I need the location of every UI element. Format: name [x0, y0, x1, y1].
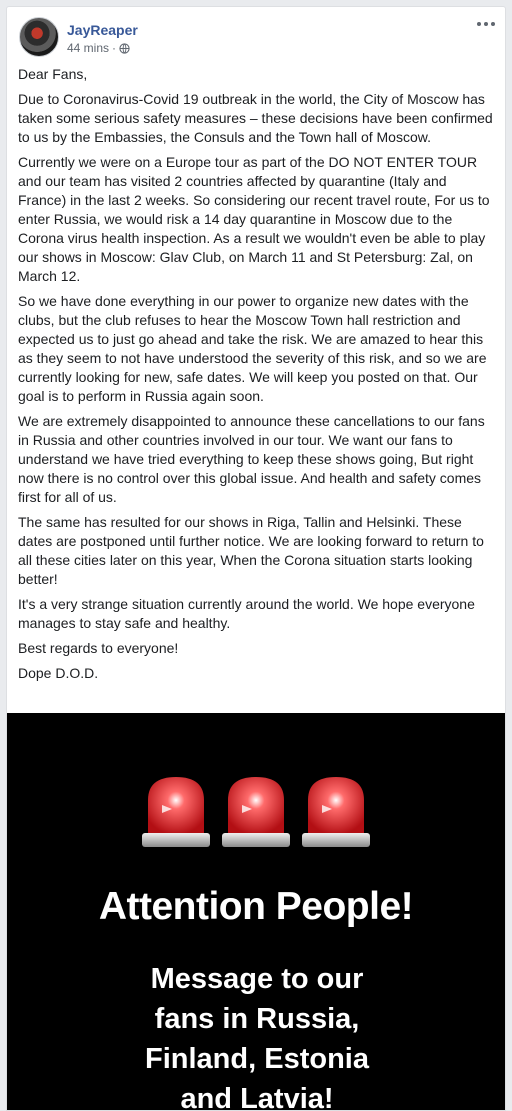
post-image[interactable]: Attention People! Message to our fans in… [7, 713, 505, 1111]
post-time[interactable]: 44 mins [67, 41, 109, 55]
post-message: Dear Fans, Due to Coronavirus-Covid 19 o… [7, 65, 505, 683]
post-meta: 44 mins · [67, 41, 130, 55]
subline-line: Finland, Estonia [145, 1043, 369, 1075]
subline-line: fans in Russia, [154, 1003, 360, 1035]
post-paragraph: It's a very strange situation currently … [18, 596, 475, 631]
post-paragraph: Dope D.O.D. [18, 665, 99, 681]
post-paragraph: The same has resulted for our shows in R… [18, 514, 484, 587]
image-headline: Attention People! [98, 885, 414, 928]
post-paragraph: Best regards to everyone! [18, 640, 179, 656]
siren-icon [302, 777, 370, 847]
post-paragraph: Dear Fans, [18, 66, 88, 82]
siren-icon [222, 777, 290, 847]
image-subline: Message to our fans in Russia, Finland, … [87, 959, 427, 1111]
more-horizontal-icon[interactable] [475, 17, 497, 31]
post-paragraph: So we have done everything in our power … [18, 293, 487, 404]
post-paragraph: We are extremely disappointed to announc… [18, 413, 485, 505]
facebook-post: JayReaper 44 mins · Dear Fans, Due to Co… [6, 6, 506, 1111]
author-name[interactable]: JayReaper [67, 22, 138, 38]
subline-line: and Latvia! [180, 1083, 334, 1111]
subline-line: Message to our [150, 963, 364, 995]
post-header: JayReaper 44 mins · [7, 7, 505, 65]
siren-icon [142, 777, 210, 847]
author-avatar[interactable] [19, 17, 59, 57]
post-paragraph: Due to Coronavirus-Covid 19 outbreak in … [18, 91, 493, 145]
sirens-row [142, 777, 370, 847]
meta-separator: · [112, 41, 117, 55]
globe-icon[interactable] [119, 42, 130, 54]
post-paragraph: Currently we were on a Europe tour as pa… [18, 154, 490, 284]
